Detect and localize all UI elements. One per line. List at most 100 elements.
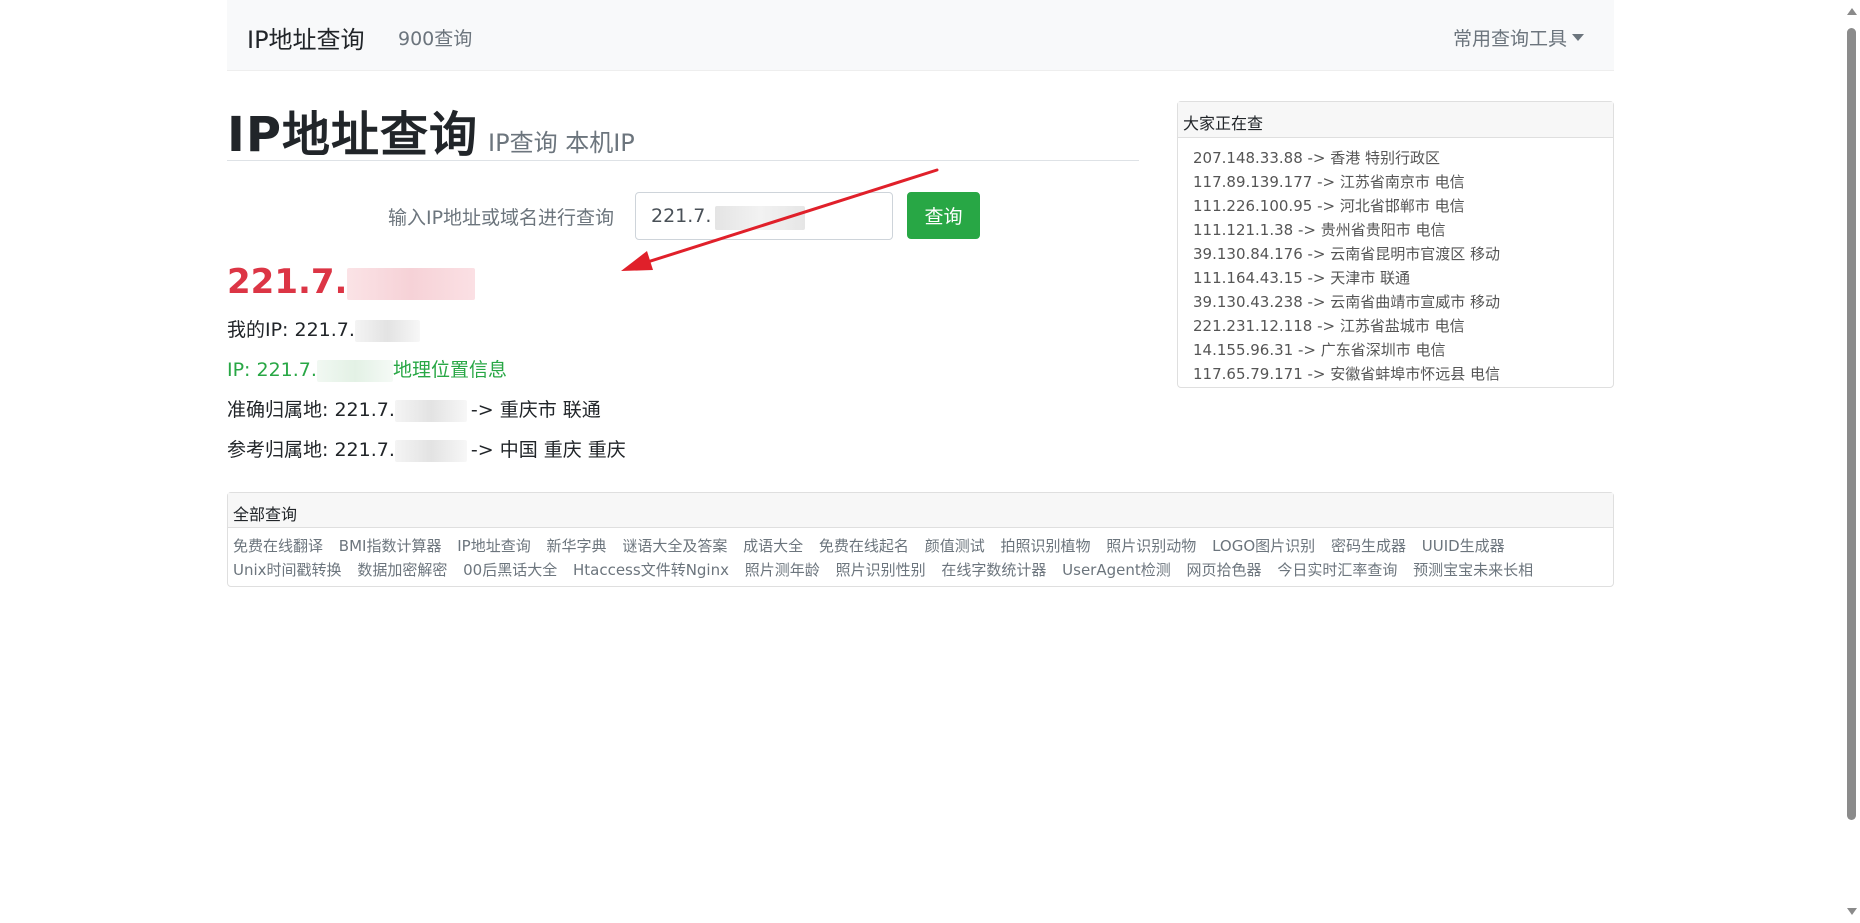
tool-link[interactable]: 预测宝宝未来长相 <box>1413 561 1533 579</box>
page-heading: IP地址查询 <box>227 107 479 163</box>
tool-link[interactable]: 网页拾色器 <box>1187 561 1262 579</box>
reference-location-value: -> 中国 重庆 重庆 <box>470 439 626 461</box>
tool-link[interactable]: 00后黑话大全 <box>463 561 557 579</box>
recent-query-item: 117.65.79.171 -> 安徽省蚌埠市怀远县 电信 <box>1193 362 1613 386</box>
tool-link[interactable]: 在线字数统计器 <box>941 561 1046 579</box>
my-ip-line: 我的IP: 221.7. <box>227 315 420 342</box>
redacted-patch <box>316 359 393 382</box>
recent-query-item: 111.226.100.95 -> 河北省邯郸市 电信 <box>1193 194 1613 218</box>
recent-query-item: 207.148.33.88 -> 香港 特别行政区 <box>1193 146 1613 170</box>
recent-query-item: 117.89.139.177 -> 江苏省南京市 电信 <box>1193 170 1613 194</box>
recent-query-location[interactable]: 云南省曲靖市宣威市 移动 <box>1330 293 1500 311</box>
tool-link[interactable]: 颜值测试 <box>925 537 985 555</box>
tool-link[interactable]: 照片识别动物 <box>1106 537 1196 555</box>
recent-query-item: 14.155.96.31 -> 广东省深圳市 电信 <box>1193 338 1613 362</box>
exact-location-value: -> 重庆市 联通 <box>470 399 601 421</box>
all-tools-header: 全部查询 <box>228 493 1613 528</box>
tool-link[interactable]: 谜语大全及答案 <box>622 537 727 555</box>
recent-query-item: 111.121.1.38 -> 贵州省贵阳市 电信 <box>1193 218 1613 242</box>
redacted-patch <box>354 319 420 342</box>
recent-query-ip: 207.148.33.88 <box>1193 149 1303 167</box>
recent-query-location[interactable]: 云南省昆明市官渡区 移动 <box>1330 245 1500 263</box>
tool-link[interactable]: 拍照识别植物 <box>1001 537 1091 555</box>
recent-queries-header: 大家正在查 <box>1178 102 1613 138</box>
redacted-patch <box>394 399 467 422</box>
recent-query-location[interactable]: 广东省深圳市 电信 <box>1321 341 1446 359</box>
recent-query-ip: 117.89.139.177 <box>1193 173 1313 191</box>
tool-link[interactable]: Htaccess文件转Nginx <box>573 561 729 579</box>
recent-query-item: 39.130.43.238 -> 云南省曲靖市宣威市 移动 <box>1193 290 1613 314</box>
recent-query-ip: 111.164.43.15 <box>1193 269 1303 287</box>
recent-query-item: 111.164.43.15 -> 天津市 联通 <box>1193 266 1613 290</box>
tool-link[interactable]: 照片测年龄 <box>745 561 820 579</box>
tool-link[interactable]: UserAgent检测 <box>1062 561 1171 579</box>
tool-link[interactable]: IP地址查询 <box>457 537 530 555</box>
tool-link[interactable]: 今日实时汇率查询 <box>1277 561 1397 579</box>
scroll-up-icon[interactable] <box>1847 8 1857 15</box>
page-scrollbar[interactable] <box>1842 0 1860 923</box>
arrow-separator: -> <box>1302 269 1331 287</box>
geo-info-line: IP: 221.7. 地理位置信息 <box>227 355 507 382</box>
annotation-arrow-icon <box>621 168 939 271</box>
recent-query-location[interactable]: 天津市 联通 <box>1330 269 1410 287</box>
tools-dropdown-label: 常用查询工具 <box>1452 28 1567 50</box>
nav-link-900[interactable]: 900查询 <box>398 24 472 51</box>
tool-link[interactable]: 成语大全 <box>743 537 803 555</box>
tools-dropdown[interactable]: 常用查询工具 <box>1453 24 1584 51</box>
exact-location-label: 准确归属地: 221.7. <box>227 399 395 421</box>
recent-query-ip: 14.155.96.31 <box>1193 341 1294 359</box>
tool-link[interactable]: 密码生成器 <box>1331 537 1406 555</box>
arrow-separator: -> <box>1312 317 1340 335</box>
recent-query-location[interactable]: 安徽省蚌埠市怀远县 电信 <box>1330 365 1500 383</box>
tool-link[interactable]: 照片识别性别 <box>836 561 926 579</box>
tool-link[interactable]: BMI指数计算器 <box>339 537 442 555</box>
arrow-separator: -> <box>1302 365 1331 383</box>
recent-query-location[interactable]: 江苏省盐城市 电信 <box>1340 317 1465 335</box>
recent-query-ip: 111.121.1.38 <box>1193 221 1294 239</box>
exact-location-line: 准确归属地: 221.7. -> 重庆市 联通 <box>227 395 601 422</box>
my-ip-text: 我的IP: 221.7. <box>227 319 355 341</box>
recent-query-location[interactable]: 贵州省贵阳市 电信 <box>1321 221 1446 239</box>
recent-query-item: 39.130.84.176 -> 云南省昆明市官渡区 移动 <box>1193 242 1613 266</box>
tool-link[interactable]: Unix时间戳转换 <box>233 561 342 579</box>
geo-ip-text: IP: 221.7. <box>227 359 317 381</box>
recent-query-location[interactable]: 香港 特别行政区 <box>1330 149 1440 167</box>
navbar: IP地址查询 900查询 常用查询工具 <box>227 0 1614 71</box>
page-subtitle: IP查询 本机IP <box>488 129 635 157</box>
recent-query-item: 221.231.12.118 -> 江苏省盐城市 电信 <box>1193 314 1613 338</box>
arrow-separator: -> <box>1293 221 1321 239</box>
reference-location-label: 参考归属地: 221.7. <box>227 439 395 461</box>
recent-query-ip: 221.231.12.118 <box>1193 317 1313 335</box>
search-label: 输入IP地址或域名进行查询 <box>388 207 615 229</box>
arrow-separator: -> <box>1312 173 1340 191</box>
caret-down-icon <box>1572 34 1584 41</box>
arrow-separator: -> <box>1312 197 1340 215</box>
arrow-separator: -> <box>1302 149 1331 167</box>
all-tools-links: 免费在线翻译 BMI指数计算器 IP地址查询 新华字典 谜语大全及答案 成语大全… <box>228 528 1613 588</box>
scroll-thumb[interactable] <box>1847 28 1856 820</box>
recent-query-ip: 117.65.79.171 <box>1193 365 1303 383</box>
recent-query-location[interactable]: 江苏省南京市 电信 <box>1340 173 1465 191</box>
tool-link[interactable]: 免费在线翻译 <box>233 537 323 555</box>
recent-query-location[interactable]: 河北省邯郸市 电信 <box>1340 197 1465 215</box>
navbar-brand[interactable]: IP地址查询 <box>247 20 365 55</box>
page-title: IP地址查询 IP查询 本机IP <box>227 95 1139 163</box>
all-tools-card: 全部查询 免费在线翻译 BMI指数计算器 IP地址查询 新华字典 谜语大全及答案… <box>227 492 1614 587</box>
scroll-down-icon[interactable] <box>1847 908 1857 915</box>
result-ip-text: 221.7. <box>227 262 348 302</box>
tool-link[interactable]: 新华字典 <box>547 537 607 555</box>
tool-link[interactable]: 免费在线起名 <box>819 537 909 555</box>
recent-query-ip: 39.130.84.176 <box>1193 245 1303 263</box>
geo-info-link[interactable]: 地理位置信息 <box>393 359 507 381</box>
tool-link[interactable]: UUID生成器 <box>1422 537 1505 555</box>
recent-query-ip: 39.130.43.238 <box>1193 293 1303 311</box>
redacted-patch <box>394 439 467 462</box>
arrow-separator: -> <box>1302 245 1331 263</box>
arrow-separator: -> <box>1293 341 1321 359</box>
redacted-patch <box>347 267 476 300</box>
tool-link[interactable]: 数据加密解密 <box>357 561 447 579</box>
recent-query-ip: 111.226.100.95 <box>1193 197 1313 215</box>
tool-link[interactable]: LOGO图片识别 <box>1212 537 1315 555</box>
arrow-separator: -> <box>1302 293 1331 311</box>
recent-queries-card: 大家正在查 207.148.33.88 -> 香港 特别行政区 117.89.13… <box>1177 101 1614 388</box>
